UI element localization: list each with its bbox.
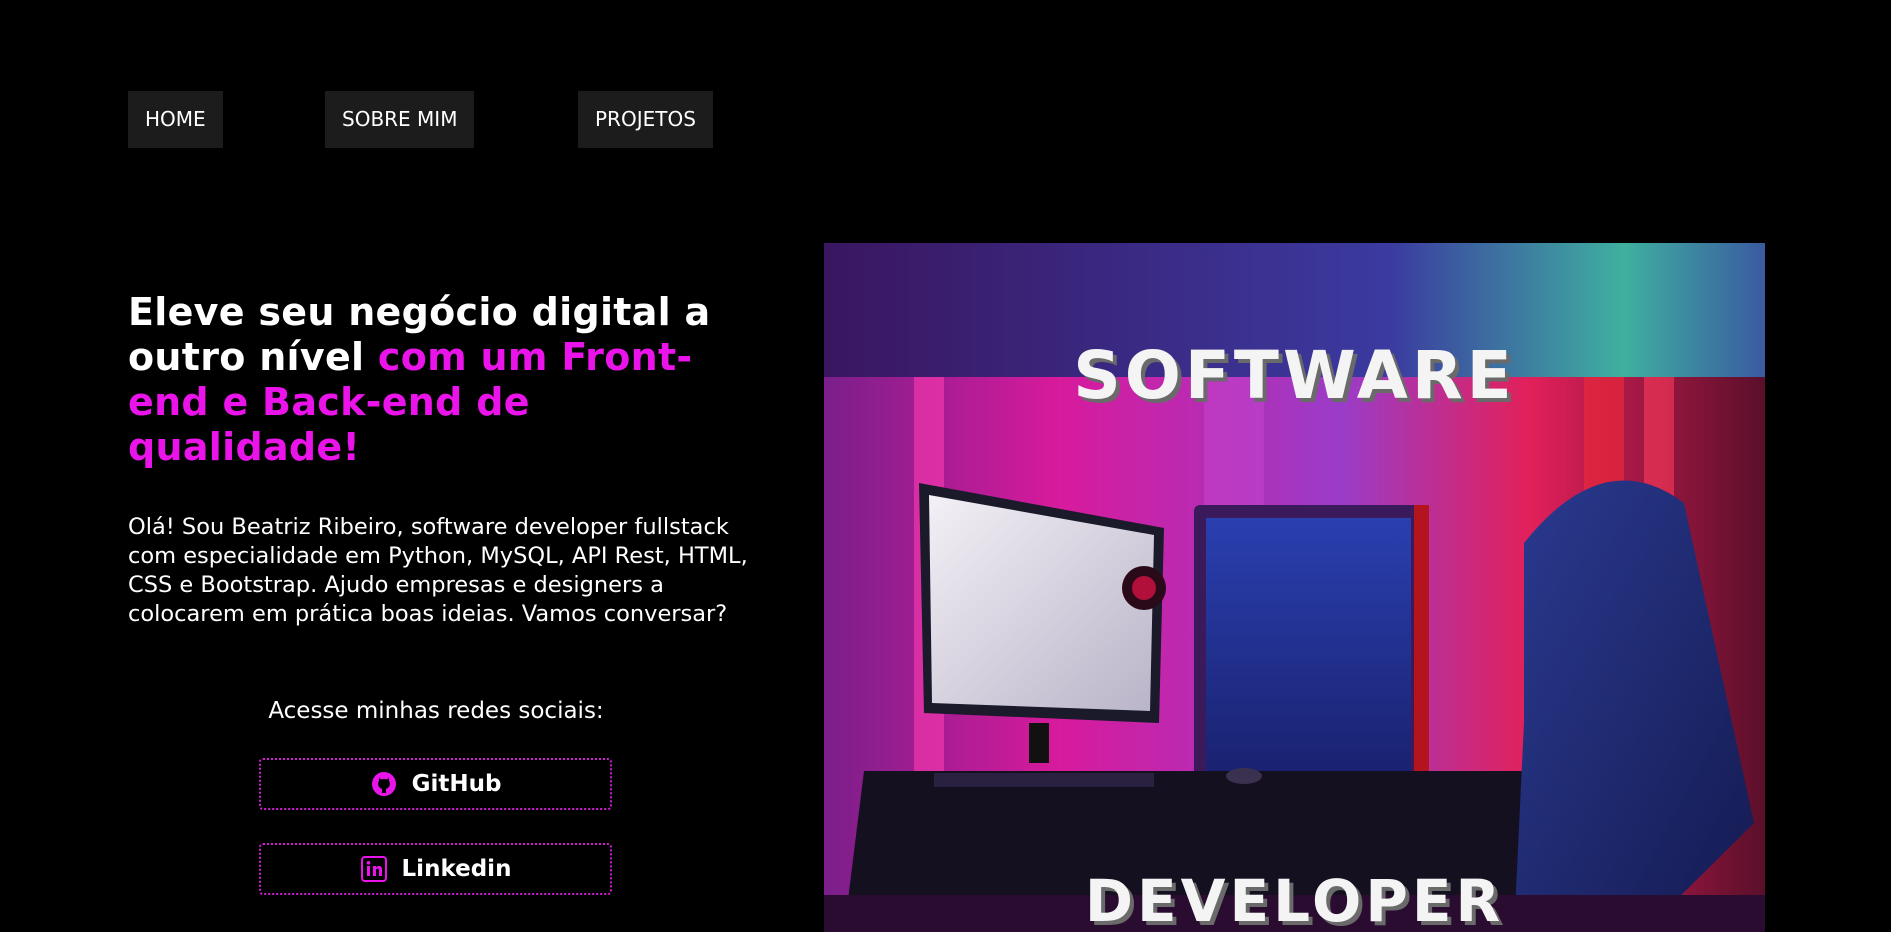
nav-projetos-button[interactable]: PROJETOS: [578, 91, 713, 148]
nav-sobre-mim-button[interactable]: SOBRE MIM: [325, 91, 475, 148]
linkedin-label: Linkedin: [401, 856, 512, 882]
image-text-developer: DEVELOPER: [1084, 867, 1505, 932]
linkedin-icon: [360, 855, 388, 883]
github-link-button[interactable]: GitHub: [259, 758, 612, 810]
hero-image: SOFTWARE DEVELOPER: [824, 243, 1765, 932]
github-label: GitHub: [411, 771, 502, 797]
image-text-software: SOFTWARE: [1073, 337, 1516, 414]
nav-home-button[interactable]: HOME: [128, 91, 223, 148]
social-title: Acesse minhas redes sociais:: [268, 698, 604, 724]
linkedin-link-button[interactable]: Linkedin: [259, 843, 612, 895]
github-icon: [370, 770, 398, 798]
hero-headline: Eleve seu negócio digital a outro nível …: [128, 290, 768, 470]
intro-paragraph: Olá! Sou Beatriz Ribeiro, software devel…: [128, 514, 748, 627]
